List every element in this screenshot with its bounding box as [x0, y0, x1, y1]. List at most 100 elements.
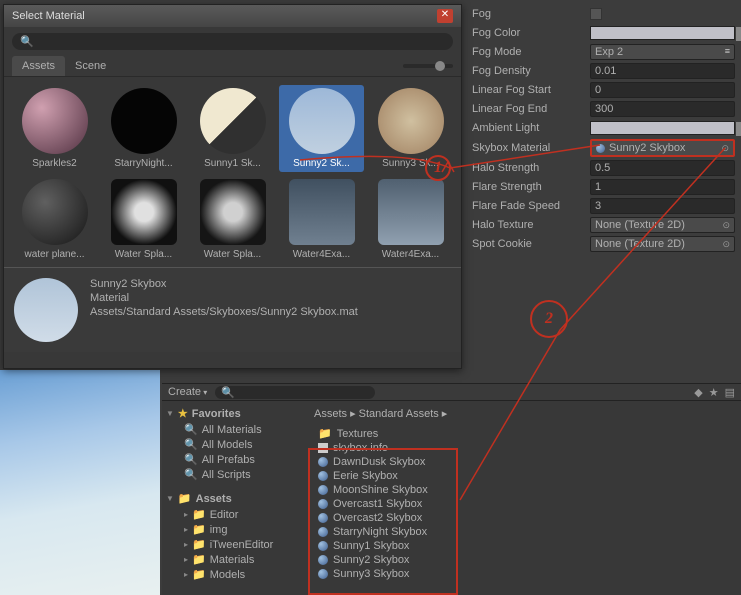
flare-fade-input[interactable]: 3 — [590, 198, 735, 214]
material-label: Water4Exa... — [282, 249, 361, 260]
material-label: water plane... — [15, 249, 94, 260]
folder-item[interactable]: ▸📁Models — [166, 567, 302, 582]
favorite-item[interactable]: 🔍All Materials — [166, 422, 302, 437]
lin-fog-start-input[interactable]: 0 — [590, 82, 735, 98]
search-icon: 🔍 — [184, 468, 198, 481]
skybox-material-field[interactable]: Sunny2 Skybox — [590, 139, 735, 157]
skybox-item[interactable]: Overcast1 Skybox — [310, 497, 737, 511]
material-item[interactable]: Water Spla... — [101, 176, 186, 263]
file-item[interactable]: 📁Textures — [310, 426, 737, 441]
label-fog: Fog — [472, 8, 590, 20]
material-icon — [318, 569, 328, 579]
assets-header[interactable]: ▼📁Assets — [166, 490, 302, 507]
project-tree: ▼★Favorites 🔍All Materials🔍All Models🔍Al… — [162, 401, 306, 595]
folder-item[interactable]: ▸📁img — [166, 522, 302, 537]
skybox-item[interactable]: Sunny2 Skybox — [310, 553, 737, 567]
material-label: Sunny3 Sk... — [371, 158, 450, 169]
material-item[interactable]: StarryNight... — [101, 85, 186, 172]
search-icon: 🔍 — [184, 438, 198, 451]
folder-item[interactable]: ▸📁iTweenEditor — [166, 537, 302, 552]
skybox-item[interactable]: Eerie Skybox — [310, 469, 737, 483]
fog-density-input[interactable]: 0.01 — [590, 63, 735, 79]
skybox-item[interactable]: MoonShine Skybox — [310, 483, 737, 497]
preview-path: Assets/Standard Assets/Skyboxes/Sunny2 S… — [90, 306, 358, 318]
create-dropdown[interactable]: Create — [168, 386, 207, 398]
material-icon — [318, 485, 328, 495]
search-bar[interactable]: 🔍 — [12, 33, 453, 50]
preview-name: Sunny2 Skybox — [90, 278, 358, 290]
favorites-header[interactable]: ▼★Favorites — [166, 405, 302, 422]
material-thumb — [289, 88, 355, 154]
material-item[interactable]: Sunny1 Sk... — [190, 85, 275, 172]
search-input[interactable] — [38, 36, 445, 48]
material-label: Sparkles2 — [15, 158, 94, 169]
filter-icon[interactable]: ◆ — [694, 386, 702, 399]
label-fog-mode: Fog Mode — [472, 46, 590, 58]
label-fog-density: Fog Density — [472, 65, 590, 77]
material-icon — [318, 555, 328, 565]
folder-icon: 📁 — [192, 568, 206, 581]
material-thumb — [200, 179, 266, 245]
skybox-item[interactable]: Sunny3 Skybox — [310, 567, 737, 581]
label-spot-cookie: Spot Cookie — [472, 238, 590, 250]
folder-item[interactable]: ▸📁Editor — [166, 507, 302, 522]
spot-cookie-field[interactable]: None (Texture 2D) — [590, 236, 735, 252]
label-flare-fade: Flare Fade Speed — [472, 200, 590, 212]
material-item[interactable]: Water4Exa... — [368, 176, 453, 263]
folder-item[interactable]: ▸📁Materials — [166, 552, 302, 567]
favorite-item[interactable]: 🔍All Prefabs — [166, 452, 302, 467]
material-icon — [596, 144, 605, 153]
menu-icon[interactable]: ▤ — [725, 386, 735, 399]
search-icon: 🔍 — [221, 386, 235, 399]
file-item[interactable]: skybox info — [310, 441, 737, 455]
skybox-item[interactable]: Overcast2 Skybox — [310, 511, 737, 525]
material-grid: Sparkles2StarryNight...Sunny1 Sk...Sunny… — [4, 77, 461, 267]
fog-mode-dropdown[interactable]: Exp 2 — [590, 44, 735, 60]
folder-icon: 📁 — [192, 553, 206, 566]
window-title: Select Material — [12, 10, 85, 22]
breadcrumb[interactable]: Assets ▸ Standard Assets ▸ — [310, 405, 737, 422]
favorite-item[interactable]: 🔍All Scripts — [166, 467, 302, 482]
material-item[interactable]: Water4Exa... — [279, 176, 364, 263]
thumbnail-size-slider[interactable] — [403, 64, 453, 68]
fog-color-field[interactable] — [590, 26, 735, 40]
star-icon[interactable]: ★ — [709, 386, 719, 399]
label-halo-str: Halo Strength — [472, 162, 590, 174]
material-icon — [318, 527, 328, 537]
material-item[interactable]: Sunny3 Sk... — [368, 85, 453, 172]
label-halo-tex: Halo Texture — [472, 219, 590, 231]
halo-texture-field[interactable]: None (Texture 2D) — [590, 217, 735, 233]
favorite-item[interactable]: 🔍All Models — [166, 437, 302, 452]
material-item[interactable]: Sparkles2 — [12, 85, 97, 172]
folder-icon: 📁 — [178, 492, 192, 505]
folder-icon: 📁 — [192, 538, 206, 551]
skybox-item[interactable]: StarryNight Skybox — [310, 525, 737, 539]
material-thumb — [22, 88, 88, 154]
folder-icon: 📁 — [192, 523, 206, 536]
tab-assets[interactable]: Assets — [12, 56, 65, 76]
lin-fog-end-input[interactable]: 300 — [590, 101, 735, 117]
material-item[interactable]: Water Spla... — [190, 176, 275, 263]
material-label: StarryNight... — [104, 158, 183, 169]
flare-strength-input[interactable]: 1 — [590, 179, 735, 195]
material-item[interactable]: Sunny2 Sk... — [279, 85, 364, 172]
label-fog-color: Fog Color — [472, 27, 590, 39]
tab-scene[interactable]: Scene — [65, 56, 116, 76]
ambient-color-field[interactable] — [590, 121, 735, 135]
material-thumb — [378, 179, 444, 245]
preview-type: Material — [90, 292, 358, 304]
window-titlebar[interactable]: Select Material ✕ — [4, 5, 461, 27]
close-button[interactable]: ✕ — [437, 9, 453, 23]
fog-checkbox[interactable] — [590, 8, 602, 20]
material-item[interactable]: water plane... — [12, 176, 97, 263]
material-thumb — [111, 88, 177, 154]
halo-strength-input[interactable]: 0.5 — [590, 160, 735, 176]
material-icon — [318, 471, 328, 481]
skybox-item[interactable]: Sunny1 Skybox — [310, 539, 737, 553]
annotation-2: 2 — [530, 300, 568, 338]
select-material-window: Select Material ✕ 🔍 Assets Scene Sparkle… — [3, 4, 462, 369]
project-search[interactable]: 🔍 — [215, 386, 375, 399]
material-preview: Sunny2 Skybox Material Assets/Standard A… — [4, 267, 461, 352]
skybox-item[interactable]: DawnDusk Skybox — [310, 455, 737, 469]
material-label: Water Spla... — [193, 249, 272, 260]
